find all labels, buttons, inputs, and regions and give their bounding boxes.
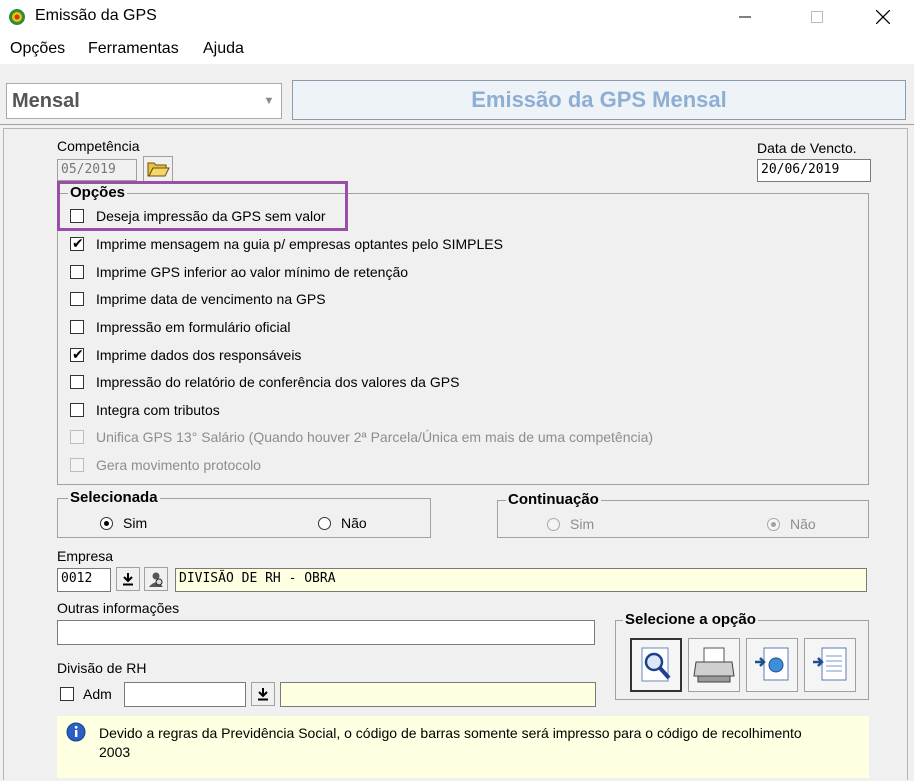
selecionada-sim-radio[interactable]: Sim [100,515,147,531]
preview-button[interactable] [630,638,682,692]
selecionada-group-title: Selecionada [68,489,160,506]
option-relatorio-conferencia[interactable]: Impressão do relatório de conferência do… [70,372,459,392]
checkbox[interactable]: ✔ [70,346,84,362]
continuacao-sim-radio: Sim [547,516,594,532]
mode-select-value: Mensal [12,90,80,112]
option-gps-sem-valor[interactable]: Deseja impressão da GPS sem valor [70,206,326,226]
checkmark-icon: ✔ [72,235,84,251]
checkbox[interactable] [70,292,84,306]
adm-checkbox[interactable] [60,687,74,701]
radio-label: Não [341,515,367,531]
radio-label: Sim [123,515,148,531]
vencto-label: Data de Vencto. [757,140,857,156]
continuacao-nao-radio: Não [767,516,816,532]
option-label: Imprime dados dos responsáveis [96,347,302,363]
checkbox [70,458,84,472]
user-search-icon [149,572,163,587]
divider [0,124,914,125]
checkbox[interactable] [70,375,84,389]
empresa-lookup-button[interactable] [116,567,140,591]
checkbox[interactable] [70,320,84,334]
radio-button [767,517,780,531]
adm-label: Adm [83,686,112,702]
divisao-lookup-button[interactable] [251,682,275,706]
close-icon [876,10,890,24]
radio-button [547,517,560,531]
option-label: Impressão em formulário oficial [96,319,291,335]
option-data-vencimento[interactable]: Imprime data de vencimento na GPS [70,289,326,309]
divisao-label: Divisão de RH [57,660,147,676]
menu-ajuda[interactable]: Ajuda [203,40,244,58]
app-icon [9,9,25,25]
adm-checkbox-row[interactable]: Adm [60,686,112,702]
option-label: Integra com tributos [96,402,220,418]
empresa-search-button[interactable] [144,567,168,591]
checkbox [70,430,84,444]
competencia-field[interactable]: 05/2019 [57,159,137,181]
checkbox[interactable]: ✔ [70,235,84,251]
outras-field[interactable] [57,620,595,645]
maximize-icon [811,11,823,23]
maximize-button[interactable] [794,0,840,34]
checkmark-icon: ✔ [72,346,84,362]
radio-button[interactable] [100,516,113,530]
magnifier-icon [641,647,671,682]
info-icon [66,722,86,742]
download-arrow-icon [123,573,133,586]
option-label: Imprime data de vencimento na GPS [96,291,326,307]
minimize-button[interactable] [722,0,768,34]
export-document-button[interactable] [804,638,856,692]
open-folder-button[interactable] [143,156,173,182]
divisao-code-field[interactable] [124,682,246,707]
empresa-name-field[interactable]: DIVISÃO DE RH - OBRA [175,568,867,592]
vencto-field[interactable]: 20/06/2019 [757,159,871,182]
acoes-group-title: Selecione a opção [623,611,758,628]
page-title-banner: Emissão da GPS Mensal [292,80,906,120]
divisao-name-field[interactable] [280,682,596,707]
radio-label: Não [790,516,816,532]
checkbox[interactable] [70,265,84,279]
option-formulario-oficial[interactable]: Impressão em formulário oficial [70,317,291,337]
option-label: Imprime mensagem na guia p/ empresas opt… [96,236,503,252]
competencia-label: Competência [57,138,140,154]
radio-label: Sim [570,516,595,532]
info-text: Devido a regras da Previdência Social, o… [99,725,802,760]
folder-open-icon [147,162,170,177]
option-label: Gera movimento protocolo [96,457,261,473]
checkbox[interactable] [70,403,84,417]
checkbox[interactable] [70,209,84,223]
export-web-button[interactable] [746,638,798,692]
option-label: Deseja impressão da GPS sem valor [96,208,326,224]
option-integra-tributos[interactable]: Integra com tributos [70,400,220,420]
empresa-code-field[interactable]: 0012 [57,568,111,592]
chevron-down-icon[interactable]: ▼ [258,85,280,117]
window-title: Emissão da GPS [35,7,157,24]
option-label: Unifica GPS 13° Salário (Quando houver 2… [96,429,654,445]
outras-label: Outras informações [57,600,180,616]
option-gps-inferior[interactable]: Imprime GPS inferior ao valor mínimo de … [70,262,408,282]
menu-opcoes[interactable]: Opções [10,40,65,58]
option-label: Imprime GPS inferior ao valor mínimo de … [96,264,409,280]
export-globe-icon [755,647,789,681]
print-button[interactable] [688,638,740,692]
menu-ferramentas[interactable]: Ferramentas [88,40,179,58]
minimize-icon [739,16,751,18]
radio-button[interactable] [318,516,331,530]
option-unifica-13: Unifica GPS 13° Salário (Quando houver 2… [70,427,653,447]
download-arrow-icon [258,688,268,701]
empresa-label: Empresa [57,548,114,564]
option-movimento-protocolo: Gera movimento protocolo [70,455,261,475]
close-button[interactable] [860,0,906,34]
option-mensagem-simples[interactable]: ✔ Imprime mensagem na guia p/ empresas o… [70,234,503,254]
export-document-icon [813,647,847,681]
printer-icon [693,647,735,683]
option-dados-responsaveis[interactable]: ✔ Imprime dados dos responsáveis [70,345,301,365]
option-label: Impressão do relatório de conferência do… [96,374,460,390]
continuacao-group-title: Continuação [506,491,601,508]
selecionada-nao-radio[interactable]: Não [318,515,367,531]
